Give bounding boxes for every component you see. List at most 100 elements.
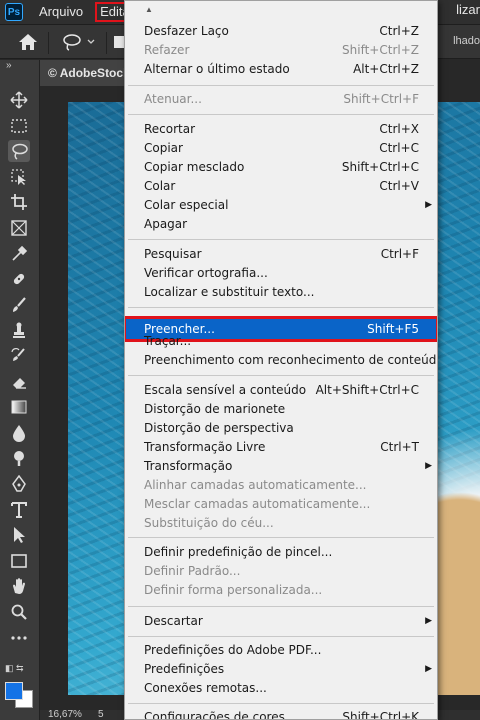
menu-item-tracar[interactable]: Traçar... xyxy=(125,332,437,351)
menu-item-label: Verificar ortografia... xyxy=(144,266,268,280)
lasso-icon[interactable] xyxy=(8,140,30,163)
menu-item-distorcao-de-marionete[interactable]: Distorção de marionete xyxy=(125,400,437,419)
more-icon[interactable] xyxy=(8,627,30,649)
rectangle-icon[interactable] xyxy=(8,550,30,572)
menu-item-atenuar: Atenuar... Shift+Ctrl+F xyxy=(125,90,437,109)
menu-item-transformacao[interactable]: Transformação ▶ xyxy=(125,457,437,476)
dodge-icon[interactable] xyxy=(8,447,30,469)
menu-item-label: Alinhar camadas automaticamente... xyxy=(144,478,367,492)
blur-icon[interactable] xyxy=(8,422,30,444)
menu-item-escala-sensivel-a-conteudo[interactable]: Escala sensível a conteúdo Alt+Shift+Ctrl… xyxy=(125,381,437,400)
menu-item-pesquisar[interactable]: Pesquisar Ctrl+F xyxy=(125,245,437,264)
menu-item-transformacao-livre[interactable]: Transformação Livre Ctrl+T xyxy=(125,438,437,457)
menu-item-label: Pesquisar xyxy=(144,247,202,261)
menu-item-descartar[interactable]: Descartar ▶ xyxy=(125,612,437,631)
frame-icon[interactable] xyxy=(8,217,30,239)
menu-item-label: Mesclar camadas automaticamente... xyxy=(144,497,371,511)
type-icon[interactable] xyxy=(8,499,30,521)
new-selection-icon[interactable] xyxy=(114,36,124,48)
menu-item-label: Definir forma personalizada... xyxy=(144,583,323,597)
clone-stamp-icon[interactable] xyxy=(8,319,30,341)
menu-separator xyxy=(128,636,434,637)
menu-item-label: Substituição do céu... xyxy=(144,516,274,530)
pen-icon[interactable] xyxy=(8,473,30,495)
edit-menu-dropdown: ▲ Desfazer Laço Ctrl+Z Refazer Shift+Ctrl+Z… xyxy=(124,0,438,720)
status-info: 5 xyxy=(98,709,104,720)
menu-item-recortar[interactable]: Recortar Ctrl+X xyxy=(125,120,437,139)
eraser-icon[interactable] xyxy=(8,371,30,393)
menu-separator xyxy=(128,375,434,376)
path-select-icon[interactable] xyxy=(8,524,30,546)
menu-item-label: Escala sensível a conteúdo xyxy=(144,383,307,397)
submenu-arrow-icon: ▶ xyxy=(425,461,432,471)
foreground-color-swatch[interactable] xyxy=(5,682,23,700)
menu-item-predefinicoes[interactable]: Predefinições ▶ xyxy=(125,660,437,679)
menu-separator xyxy=(128,85,434,86)
menu-item-label: Atenuar... xyxy=(144,92,202,106)
menu-item-label: Copiar mesclado xyxy=(144,160,245,174)
menu-item-shortcut: Ctrl+T xyxy=(380,440,419,454)
menu-item-refazer: Refazer Shift+Ctrl+Z xyxy=(125,41,437,60)
zoom-icon[interactable] xyxy=(8,601,30,623)
menu-item-localizar-e-substituir-texto[interactable]: Localizar e substituir texto... xyxy=(125,283,437,302)
default-colors-icon[interactable]: ◧ ⇆ xyxy=(5,663,24,674)
menu-item-alternar-o-ultimo-estado[interactable]: Alternar o último estado Alt+Ctrl+Z xyxy=(125,60,437,79)
menu-item-shortcut: Ctrl+Z xyxy=(379,24,419,38)
menu-item-colar[interactable]: Colar Ctrl+V xyxy=(125,177,437,196)
menu-item-definir-predefinicao-de-pincel[interactable]: Definir predefinição de pincel... xyxy=(125,543,437,562)
menu-separator xyxy=(128,537,434,538)
collapse-icon[interactable]: » xyxy=(6,60,12,71)
menu-separator xyxy=(128,606,434,607)
options-right-text: lhado xyxy=(453,35,480,47)
menu-item-verificar-ortografia[interactable]: Verificar ortografia... xyxy=(125,264,437,283)
menu-item-label: Refazer xyxy=(144,43,190,57)
menu-item-shortcut: Alt+Shift+Ctrl+C xyxy=(315,383,419,397)
menu-item-conexoes-remotas[interactable]: Conexões remotas... xyxy=(125,679,437,698)
menu-item-shortcut: Ctrl+V xyxy=(379,179,419,193)
menu-separator xyxy=(128,239,434,240)
options-separator xyxy=(106,32,107,54)
object-select-icon[interactable] xyxy=(8,166,30,188)
menu-item-apagar[interactable]: Apagar xyxy=(125,215,437,234)
healing-icon[interactable] xyxy=(8,268,30,290)
menu-item-copiar[interactable]: Copiar Ctrl+C xyxy=(125,139,437,158)
menu-item-shortcut: Ctrl+X xyxy=(379,122,419,136)
menu-item-substituicao-do-ceu: Substituição do céu... xyxy=(125,514,437,533)
menu-item-shortcut: Ctrl+F xyxy=(380,247,419,261)
crop-icon[interactable] xyxy=(8,191,30,213)
menu-item-desfazer-laco[interactable]: Desfazer Laço Ctrl+Z xyxy=(125,22,437,41)
eyedropper-icon[interactable] xyxy=(8,243,30,265)
menu-item-copiar-mesclado[interactable]: Copiar mesclado Shift+Ctrl+C xyxy=(125,158,437,177)
menu-visualizar-partial[interactable]: lizar xyxy=(456,2,480,17)
move-icon[interactable] xyxy=(8,89,30,111)
menu-item-label: Descartar xyxy=(144,614,203,628)
menu-item-label: Definir predefinição de pincel... xyxy=(144,545,333,559)
menu-item-preenchimento-com-reconhecimento-de-conteudo[interactable]: Preenchimento com reconhecimento de cont… xyxy=(125,351,437,370)
menu-item-label: Alternar o último estado xyxy=(144,62,290,76)
menu-item-label: Distorção de marionete xyxy=(144,402,286,416)
zoom-level[interactable]: 16,67% xyxy=(48,710,82,720)
submenu-arrow-icon: ▶ xyxy=(425,664,432,674)
hand-icon[interactable] xyxy=(8,575,30,597)
menu-arquivo[interactable]: Arquivo xyxy=(33,2,89,22)
gradient-icon[interactable] xyxy=(8,396,30,418)
menu-item-definir-forma-personalizada: Definir forma personalizada... xyxy=(125,581,437,600)
menu-item-label: Definir Padrão... xyxy=(144,564,241,578)
menu-item-configuracoes-de-cores[interactable]: Configurações de cores... Shift+Ctrl+K xyxy=(125,708,437,719)
marquee-icon[interactable] xyxy=(8,115,30,137)
submenu-arrow-icon: ▶ xyxy=(425,616,432,626)
menu-item-predefinicoes-do-adobe-pdf[interactable]: Predefinições do Adobe PDF... xyxy=(125,641,437,660)
lasso-preset-picker[interactable] xyxy=(60,32,100,52)
brush-icon[interactable] xyxy=(8,294,30,316)
menu-item-shortcut: Shift+Ctrl+C xyxy=(341,160,419,174)
menu-item-distorcao-de-perspectiva[interactable]: Distorção de perspectiva xyxy=(125,419,437,438)
menu-item-alinhar-camadas-automaticamente: Alinhar camadas automaticamente... xyxy=(125,476,437,495)
history-brush-icon[interactable] xyxy=(8,345,30,367)
menu-item-label: Colar xyxy=(144,179,176,193)
home-icon[interactable] xyxy=(18,33,38,51)
options-separator xyxy=(48,32,49,54)
menu-separator xyxy=(128,703,434,704)
photoshop-logo-icon: Ps xyxy=(5,3,23,21)
scroll-up-icon[interactable]: ▲ xyxy=(145,5,153,14)
menu-item-colar-especial[interactable]: Colar especial ▶ xyxy=(125,196,437,215)
